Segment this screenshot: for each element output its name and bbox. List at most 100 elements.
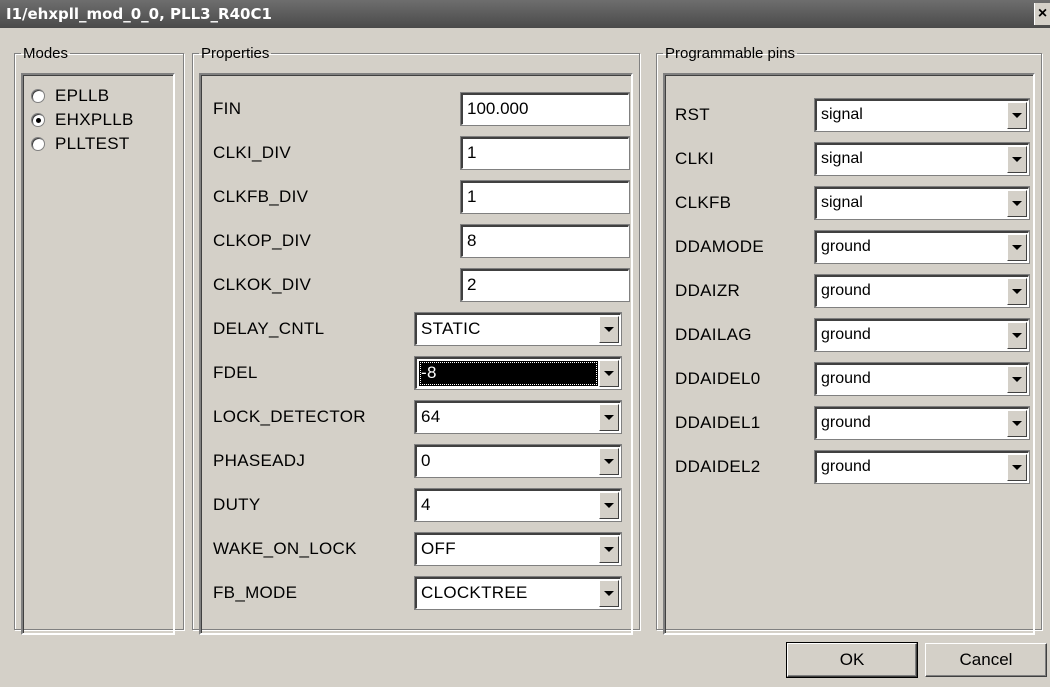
- chevron-down-icon: [1012, 465, 1022, 470]
- programmable-pins-legend: Programmable pins: [665, 45, 796, 62]
- lock-detector-label: LOCK_DETECTOR: [213, 407, 366, 426]
- pin-select-ddaidel1[interactable]: ground: [814, 406, 1030, 440]
- pin-select-ddaidel2[interactable]: ground: [814, 450, 1030, 484]
- mode-label: EPLLB: [55, 86, 110, 105]
- properties-legend: Properties: [201, 45, 270, 62]
- pin-label-ddaidel2: DDAIDEL2: [675, 457, 761, 476]
- window-title: I1/ehxpll_mod_0_0, PLL3_R40C1: [6, 5, 272, 23]
- fin-label: FIN: [213, 99, 242, 118]
- fb-mode-label: FB_MODE: [213, 583, 298, 602]
- phaseadj-dropdown-button[interactable]: [599, 448, 619, 475]
- pin-dropdown-button[interactable]: [1007, 322, 1027, 349]
- pin-dropdown-button[interactable]: [1007, 146, 1027, 173]
- fb-mode-value: CLOCKTREE: [421, 583, 528, 602]
- pin-value: signal: [821, 194, 863, 211]
- modes-legend: Modes: [23, 45, 69, 62]
- delay-cntl-select[interactable]: STATIC: [414, 312, 622, 346]
- pin-select-ddaidel0[interactable]: ground: [814, 362, 1030, 396]
- pin-select-ddamode[interactable]: ground: [814, 230, 1030, 264]
- duty-dropdown-button[interactable]: [599, 492, 619, 519]
- radio-epllb[interactable]: [31, 89, 45, 103]
- chevron-down-icon: [604, 415, 614, 420]
- phaseadj-label: PHASEADJ: [213, 451, 306, 470]
- wake-on-lock-label: WAKE_ON_LOCK: [213, 539, 357, 558]
- delay-cntl-label: DELAY_CNTL: [213, 319, 325, 338]
- fb-mode-dropdown-button[interactable]: [599, 580, 619, 607]
- clkfb-div-input[interactable]: 1: [460, 180, 630, 214]
- chevron-down-icon: [604, 327, 614, 332]
- clki-div-label: CLKI_DIV: [213, 143, 291, 162]
- fdel-label: FDEL: [213, 363, 258, 382]
- wake-on-lock-select[interactable]: OFF: [414, 532, 622, 566]
- pin-value: signal: [821, 106, 863, 123]
- pin-select-ddailag[interactable]: ground: [814, 318, 1030, 352]
- pin-value: ground: [821, 458, 871, 475]
- pin-dropdown-button[interactable]: [1007, 190, 1027, 217]
- pin-value: ground: [821, 238, 871, 255]
- fdel-select[interactable]: -8: [414, 356, 622, 390]
- pin-dropdown-button[interactable]: [1007, 278, 1027, 305]
- chevron-down-icon: [604, 371, 614, 376]
- pin-select-ddaizr[interactable]: ground: [814, 274, 1030, 308]
- duty-label: DUTY: [213, 495, 261, 514]
- fin-input[interactable]: 100.000: [460, 92, 630, 126]
- pin-label-ddaidel0: DDAIDEL0: [675, 369, 761, 388]
- pin-select-clkfb[interactable]: signal: [814, 186, 1030, 220]
- pin-dropdown-button[interactable]: [1007, 366, 1027, 393]
- title-bar: I1/ehxpll_mod_0_0, PLL3_R40C1 ×: [0, 0, 1050, 28]
- lock-detector-select[interactable]: 64: [414, 400, 622, 434]
- wake-on-lock-dropdown-button[interactable]: [599, 536, 619, 563]
- phaseadj-select[interactable]: 0: [414, 444, 622, 478]
- mode-option-ehxpllb[interactable]: EHXPLLB: [31, 109, 134, 131]
- radio-plltest[interactable]: [31, 137, 45, 151]
- fdel-value: -8: [419, 361, 598, 386]
- clkfb-div-label: CLKFB_DIV: [213, 187, 309, 206]
- clkok-div-input[interactable]: 2: [460, 268, 630, 302]
- pin-label-rst: RST: [675, 105, 710, 124]
- radio-ehxpllb[interactable]: [31, 113, 45, 127]
- pin-value: ground: [821, 414, 871, 431]
- chevron-down-icon: [1012, 289, 1022, 294]
- pin-dropdown-button[interactable]: [1007, 410, 1027, 437]
- modes-panel: EPLLB EHXPLLB PLLTEST: [21, 73, 175, 635]
- clkop-div-label: CLKOP_DIV: [213, 231, 312, 250]
- mode-option-epllb[interactable]: EPLLB: [31, 85, 109, 107]
- pin-value: ground: [821, 370, 871, 387]
- delay-cntl-value: STATIC: [421, 319, 481, 338]
- chevron-down-icon: [604, 459, 614, 464]
- pin-select-rst[interactable]: signal: [814, 98, 1030, 132]
- duty-value: 4: [421, 495, 431, 514]
- pins-panel: RST signal CLKI signal CLKFB signal DDAM…: [663, 73, 1035, 635]
- pin-select-clki[interactable]: signal: [814, 142, 1030, 176]
- mode-option-plltest[interactable]: PLLTEST: [31, 133, 130, 155]
- pin-dropdown-button[interactable]: [1007, 234, 1027, 261]
- pin-value: ground: [821, 282, 871, 299]
- pin-dropdown-button[interactable]: [1007, 454, 1027, 481]
- delay-cntl-dropdown-button[interactable]: [599, 316, 619, 343]
- pin-label-ddamode: DDAMODE: [675, 237, 764, 256]
- chevron-down-icon: [604, 503, 614, 508]
- chevron-down-icon: [604, 591, 614, 596]
- pin-dropdown-button[interactable]: [1007, 102, 1027, 129]
- clkop-div-input[interactable]: 8: [460, 224, 630, 258]
- mode-label: PLLTEST: [55, 134, 130, 153]
- clkok-div-label: CLKOK_DIV: [213, 275, 312, 294]
- ok-button[interactable]: OK: [786, 642, 918, 678]
- pin-label-ddailag: DDAILAG: [675, 325, 752, 344]
- fb-mode-select[interactable]: CLOCKTREE: [414, 576, 622, 610]
- chevron-down-icon: [1012, 113, 1022, 118]
- mode-label: EHXPLLB: [55, 110, 134, 129]
- chevron-down-icon: [1012, 245, 1022, 250]
- chevron-down-icon: [1012, 201, 1022, 206]
- pin-label-ddaizr: DDAIZR: [675, 281, 741, 300]
- modes-group: Modes EPLLB EHXPLLB PLLTEST: [14, 45, 184, 635]
- close-button[interactable]: ×: [1034, 3, 1050, 25]
- clki-div-input[interactable]: 1: [460, 136, 630, 170]
- fdel-dropdown-button[interactable]: [599, 360, 619, 387]
- lock-detector-value: 64: [421, 407, 441, 426]
- cancel-button[interactable]: Cancel: [925, 643, 1047, 677]
- close-icon: ×: [1037, 5, 1048, 22]
- lock-detector-dropdown-button[interactable]: [599, 404, 619, 431]
- properties-panel: FIN 100.000 CLKI_DIV 1 CLKFB_DIV 1 CLKOP…: [199, 73, 633, 635]
- duty-select[interactable]: 4: [414, 488, 622, 522]
